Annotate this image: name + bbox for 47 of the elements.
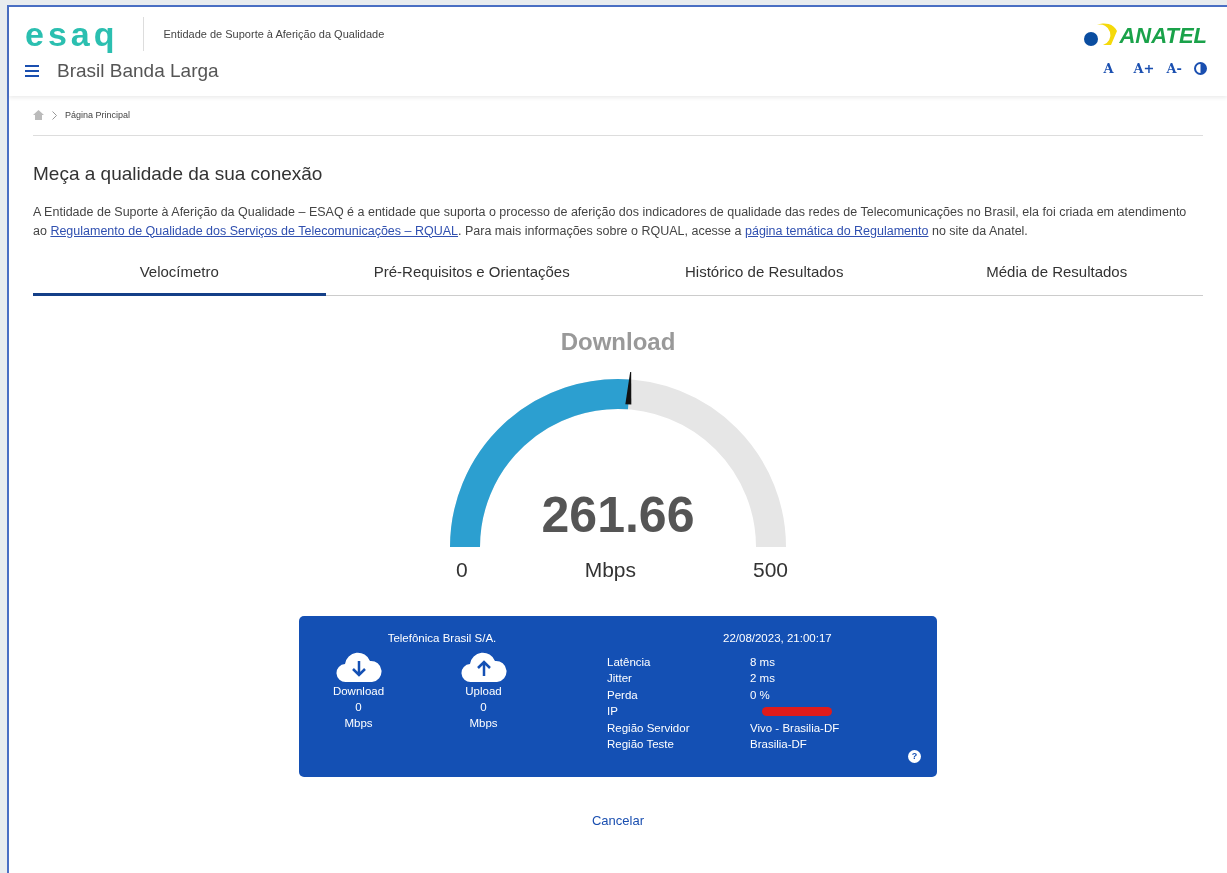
cloud-upload-icon — [460, 650, 507, 683]
menu-icon[interactable] — [25, 65, 39, 78]
speed-unit-label: Mbps — [344, 715, 373, 731]
contrast-icon[interactable] — [1194, 62, 1207, 76]
gauge-title: Download — [560, 327, 676, 357]
metric-label: Latência — [607, 654, 652, 670]
cloud-download-icon — [335, 650, 382, 683]
intro-paragraph: A Entidade de Suporte à Aferição da Qualidade – ESAQ é a entidade que suporta o processo de aferição dos indicadores de qualidade das redes de Telecomunicações no Brasil, ela foi criada em atendimento ao Regulamento de Qualidade dos Serviços de Telecomunicações – RQUAL. Para mais informações sobre o RQUAL, acesse a página temática do Regulamento no site da Anatel. — [33, 203, 1188, 240]
metric-label: Região Servidor — [607, 720, 691, 736]
provider-name: Telefônica Brasil S/A. — [386, 630, 498, 646]
speed-result: 0 — [355, 699, 362, 715]
metric-label: Região Teste — [607, 737, 675, 753]
gauge-max-label: 500 — [752, 557, 788, 583]
metric-value: 0 % — [750, 687, 771, 703]
metric-label: Perda — [607, 687, 639, 703]
font-size-button[interactable]: A- — [1166, 59, 1182, 79]
font-size-button[interactable]: A — [1103, 59, 1114, 79]
esaq-logo: esaq — [25, 17, 144, 51]
chevron-right-icon — [52, 110, 57, 120]
speed-label: Download — [332, 683, 385, 699]
metric-value: Vivo - Brasilia-DF — [750, 720, 840, 736]
anatel-logo: ANATEL — [1119, 25, 1207, 47]
tab[interactable]: Pré-Requisitos e Orientações — [325, 260, 618, 296]
metric-label: Jitter — [607, 671, 633, 687]
regulation-link[interactable]: página temática do Regulamento — [745, 223, 929, 238]
metric-label: IP — [607, 704, 619, 720]
gauge-min-label: 0 — [456, 557, 468, 583]
site-title: Brasil Banda Larga — [57, 59, 219, 83]
cancel-link[interactable]: Cancelar — [592, 810, 644, 830]
speed-unit-label: Mbps — [469, 715, 498, 731]
metric-value: Brasilia-DF — [750, 737, 808, 753]
tab[interactable]: Velocímetro — [33, 260, 326, 296]
test-datetime: 22/08/2023, 21:00:17 — [723, 630, 833, 646]
metric-value: 8 ms — [750, 654, 776, 670]
tagline: Entidade de Suporte à Aferição da Qualidade — [163, 26, 385, 42]
metric-value: 2 ms — [750, 671, 776, 687]
speed-value: 261.66 — [541, 490, 695, 540]
tab[interactable]: Histórico de Resultados — [618, 260, 911, 296]
breadcrumb-link[interactable]: Página Principal — [65, 108, 131, 122]
page-heading: Meça a qualidade da sua conexão — [33, 162, 324, 186]
help-button[interactable]: ? — [908, 749, 921, 763]
speed-result: 0 — [480, 699, 487, 715]
gauge-needle — [625, 372, 632, 405]
tab[interactable]: Média de Resultados — [910, 260, 1203, 296]
speed-label: Upload — [465, 683, 502, 699]
speed-unit: Mbps — [584, 557, 636, 583]
font-size-button[interactable]: A+ — [1133, 59, 1155, 79]
